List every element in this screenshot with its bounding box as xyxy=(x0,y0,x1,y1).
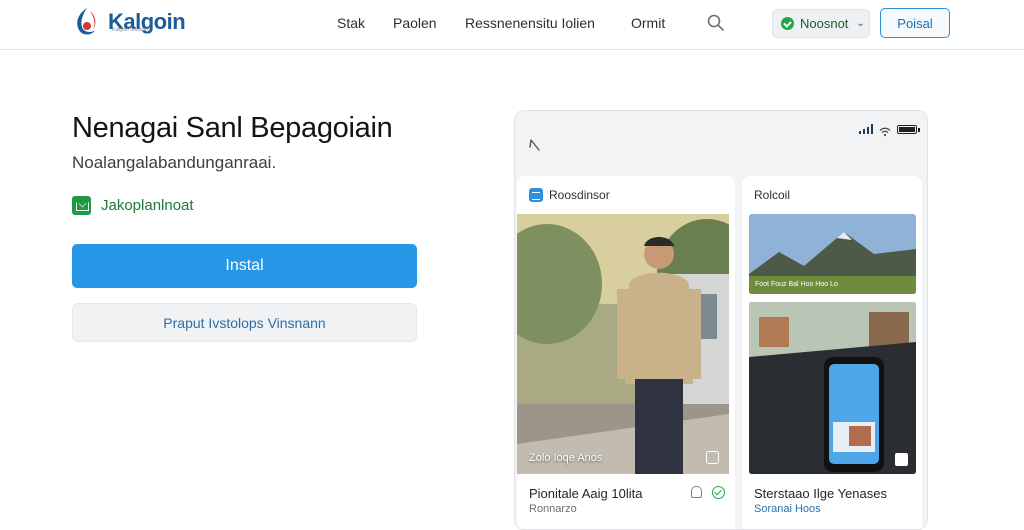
bell-icon[interactable] xyxy=(691,486,702,498)
language-select[interactable]: Noosnot ⌄ xyxy=(772,9,870,38)
car-dashboard-photo xyxy=(749,302,916,474)
nav-item-paolen[interactable]: Paolen xyxy=(393,15,437,31)
nav-item-resources[interactable]: Ressnenensitu Iolien xyxy=(465,15,595,31)
brand-logo[interactable]: Kalgoin Kalgoin Solutions xyxy=(72,4,186,40)
share-icon[interactable] xyxy=(895,453,908,466)
status-bar xyxy=(858,124,920,137)
mountain-photo: Foot Fouz Bal Hoo Hoo Lo xyxy=(749,214,916,294)
search-icon[interactable] xyxy=(706,13,726,33)
nav-item-ormit[interactable]: Ormit xyxy=(631,15,665,31)
mail-check-icon xyxy=(72,196,91,215)
brand-mark-icon xyxy=(72,5,102,39)
verified-badge: Jakoplanlnoat xyxy=(72,196,194,215)
badge-text: Jakoplanlnoat xyxy=(101,197,194,214)
card-left-footer-sub: Ronnarzo xyxy=(529,503,577,515)
top-header: Kalgoin Kalgoin Solutions Stak Paolen Re… xyxy=(0,0,1024,50)
install-button[interactable]: Instal xyxy=(72,244,417,288)
document-icon xyxy=(529,188,543,202)
header-cta-button[interactable]: Poisal xyxy=(880,8,950,38)
expand-icon[interactable] xyxy=(706,451,719,464)
nav-item-stak[interactable]: Stak xyxy=(337,15,365,31)
page-title: Nenagai Sanl Bepagoiain xyxy=(72,112,393,144)
card-right-footer-title: Sterstaao Ilge Yenases xyxy=(754,486,887,501)
wifi-icon xyxy=(879,124,891,137)
person-photo: Zolo Ioqe Anos xyxy=(517,214,729,474)
page-subtitle: Noalangalabandunganraai. xyxy=(72,153,277,172)
language-label: Noosnot xyxy=(800,16,849,31)
content-card-left[interactable]: Roosdinsor Zolo Ioqe Anos Pionitale Aaig… xyxy=(517,176,735,529)
chevron-down-icon: ⌄ xyxy=(856,18,865,29)
card-left-footer-title: Pionitale Aaig 10lita xyxy=(529,486,643,501)
phone-preview: Roosdinsor Zolo Ioqe Anos Pionitale Aaig… xyxy=(514,110,928,530)
content-card-right[interactable]: Rolcoil Foot Fouz Bal Hoo Hoo Lo Stersta… xyxy=(742,176,922,529)
close-icon[interactable] xyxy=(527,137,543,153)
card-right-header: Rolcoil xyxy=(754,188,791,202)
brand-tagline: Kalgoin Solutions xyxy=(112,27,151,33)
card-right-footer-sub[interactable]: Soranai Hoos xyxy=(754,503,821,515)
secondary-action-button[interactable]: Praput Ivstolops Vinsnann xyxy=(72,303,417,342)
card-left-header: Roosdinsor xyxy=(549,188,610,202)
battery-icon xyxy=(897,124,920,134)
check-circle-icon[interactable] xyxy=(712,486,725,499)
check-circle-icon xyxy=(781,17,794,30)
mountain-caption: Foot Fouz Bal Hoo Hoo Lo xyxy=(755,281,838,288)
photo-caption: Zolo Ioqe Anos xyxy=(529,452,603,464)
signal-icon xyxy=(858,124,873,134)
